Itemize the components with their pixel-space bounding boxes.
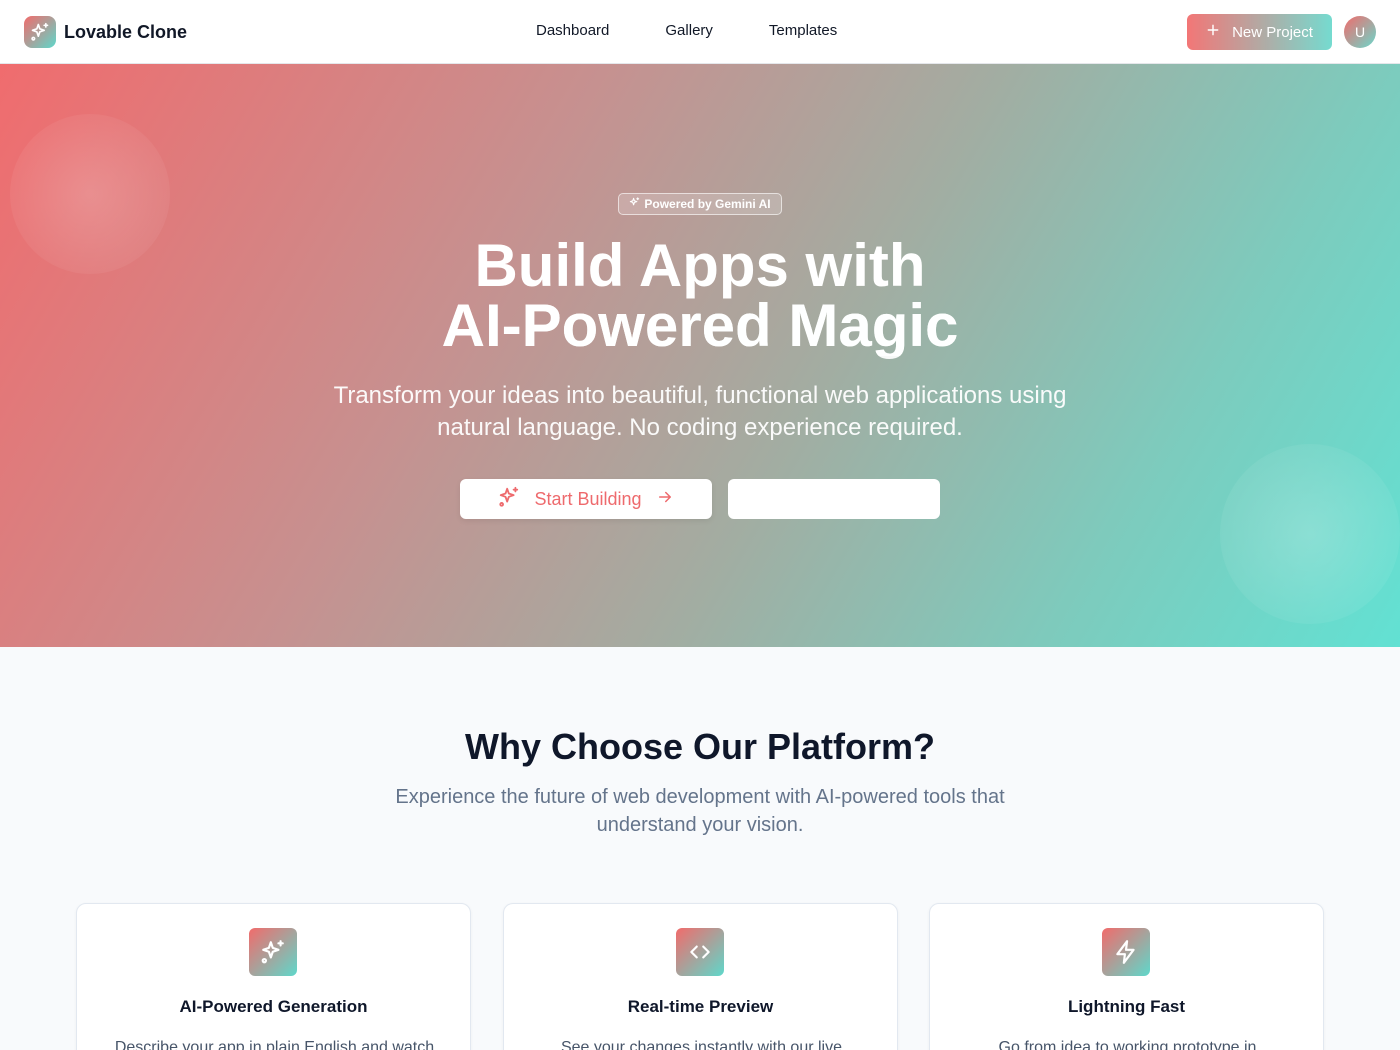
sparkles-icon <box>629 197 640 211</box>
feature-card-ai-generation: AI-Powered Generation Describe your app … <box>76 903 471 1050</box>
sparkles-icon <box>498 486 520 513</box>
card-title: Lightning Fast <box>1067 997 1186 1016</box>
nav-templates[interactable]: Templates <box>769 22 837 39</box>
code-icon <box>676 928 724 976</box>
features-subtitle: Experience the future of web development… <box>395 786 1005 836</box>
sparkles-icon <box>24 16 56 48</box>
hero-glow <box>1220 444 1400 624</box>
hero-title: Build Apps with AI-Powered Magic <box>0 236 1400 356</box>
start-building-button[interactable]: Start Building <box>460 479 712 519</box>
start-building-label: Start Building <box>534 488 642 509</box>
main-nav: Dashboard Gallery Templates <box>536 22 837 39</box>
plus-icon <box>1206 23 1220 41</box>
hero-title-line1: Build Apps with <box>474 232 926 299</box>
card-description: Describe your app in plain English and w… <box>114 1039 435 1050</box>
card-title: AI-Powered Generation <box>179 997 368 1016</box>
feature-card-realtime-preview: Real-time Preview See your changes insta… <box>503 903 898 1050</box>
features-title: Why Choose Our Platform? <box>464 726 936 767</box>
card-title: Real-time Preview <box>627 997 774 1016</box>
nav-dashboard[interactable]: Dashboard <box>536 22 609 39</box>
badge-label: Powered by Gemini AI <box>644 197 771 211</box>
avatar[interactable]: U <box>1344 16 1376 48</box>
powered-by-badge: Powered by Gemini AI <box>618 193 782 215</box>
hero-subtitle: Transform your ideas into beautiful, fun… <box>333 382 1067 441</box>
secondary-cta-button[interactable] <box>728 479 940 519</box>
zap-icon <box>1102 928 1150 976</box>
brand-name: Lovable Clone <box>64 21 188 42</box>
card-description: Go from idea to working prototype in <box>998 1039 1257 1050</box>
arrow-right-icon <box>656 488 674 511</box>
feature-card-lightning-fast: Lightning Fast Go from idea to working p… <box>929 903 1324 1050</box>
brand[interactable]: Lovable Clone <box>24 16 187 48</box>
hero-section: Powered by Gemini AI Build Apps with AI-… <box>0 64 1400 647</box>
hero-title-line2: AI-Powered Magic <box>0 296 1400 356</box>
nav-gallery[interactable]: Gallery <box>665 22 713 39</box>
new-project-button[interactable]: New Project <box>1187 14 1332 50</box>
top-navbar: Lovable Clone Dashboard Gallery Template… <box>0 0 1400 64</box>
new-project-label: New Project <box>1232 23 1313 41</box>
sparkles-icon <box>249 928 297 976</box>
card-description: See your changes instantly with our live <box>560 1039 843 1050</box>
